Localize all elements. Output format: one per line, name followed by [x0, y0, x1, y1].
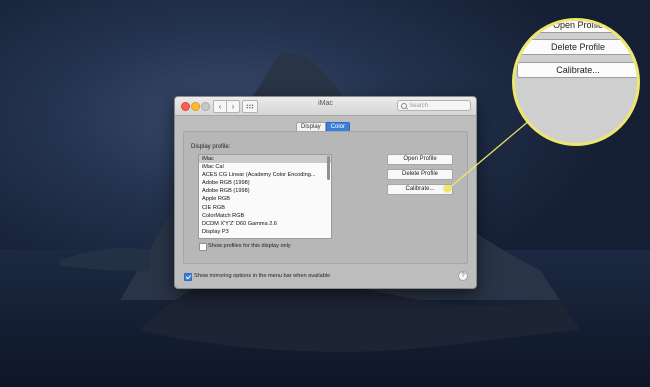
magnified-callout: Open Profile Delete Profile Calibrate...: [512, 18, 640, 146]
magnified-open-profile-button: Open Profile: [517, 21, 637, 33]
magnified-calibrate-button: Calibrate...: [517, 62, 637, 78]
magnified-delete-profile-button: Delete Profile: [517, 39, 637, 55]
callout-dot: [444, 185, 451, 192]
